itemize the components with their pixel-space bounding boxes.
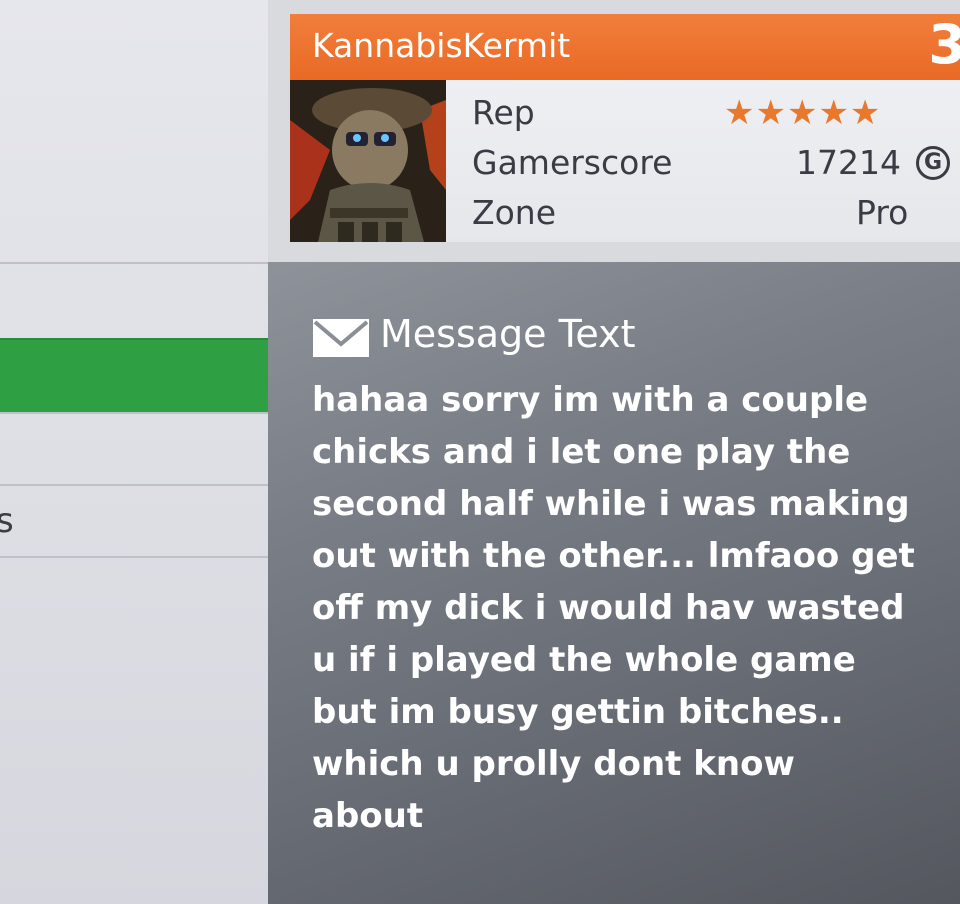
gamerscore-value: 17214: [796, 143, 901, 182]
message-line: second half while i was making: [312, 484, 910, 524]
rep-label: Rep: [472, 93, 535, 132]
message-body: hahaa sorry im with a couple chicks and …: [312, 374, 942, 842]
message-line: out with the other... lmfaoo get: [312, 536, 915, 576]
left-menu: s: [0, 0, 268, 904]
gamerscore-icon: G: [916, 146, 950, 180]
message-line: hahaa sorry im with a couple: [312, 380, 869, 420]
avatar: [290, 80, 446, 242]
menu-item[interactable]: [0, 556, 268, 904]
gamertag: KannabisKermit: [312, 26, 571, 65]
menu-item[interactable]: [0, 262, 268, 338]
message-line: about: [312, 796, 424, 836]
envelope-icon: [313, 319, 369, 357]
xbox-message-screen: s KannabisKermit 3 Rep ★★★★★ Gamerscore …: [0, 0, 960, 904]
message-line: chicks and i let one play the: [312, 432, 851, 472]
menu-item-label: s: [0, 501, 14, 541]
gamer-stats: Rep ★★★★★ Gamerscore 17214 G Zone Pro: [446, 80, 960, 242]
zone-value: Pro: [856, 193, 909, 232]
menu-item[interactable]: [0, 412, 268, 484]
zone-label: Zone: [472, 193, 557, 232]
gamerscore-label: Gamerscore: [472, 143, 673, 182]
gamertag-bar: KannabisKermit 3: [290, 14, 960, 80]
message-panel: Message Text hahaa sorry im with a coupl…: [268, 262, 960, 904]
message-line: but im busy gettin bitches..: [312, 692, 844, 732]
message-heading: Message Text: [380, 312, 636, 356]
message-line: off my dick i would hav wasted: [312, 588, 905, 628]
gamer-card[interactable]: KannabisKermit 3 Rep ★★★★★ Gamerscore 17…: [268, 0, 960, 262]
rep-stars-icon: ★★★★★: [724, 93, 882, 133]
menu-item[interactable]: s: [0, 484, 268, 556]
gamer-level: 3: [928, 13, 960, 76]
message-line: which u prolly dont know: [312, 744, 795, 784]
avatar-picture: [290, 80, 446, 242]
menu-item-selected[interactable]: [0, 338, 268, 412]
message-line: u if i played the whole game: [312, 640, 856, 680]
